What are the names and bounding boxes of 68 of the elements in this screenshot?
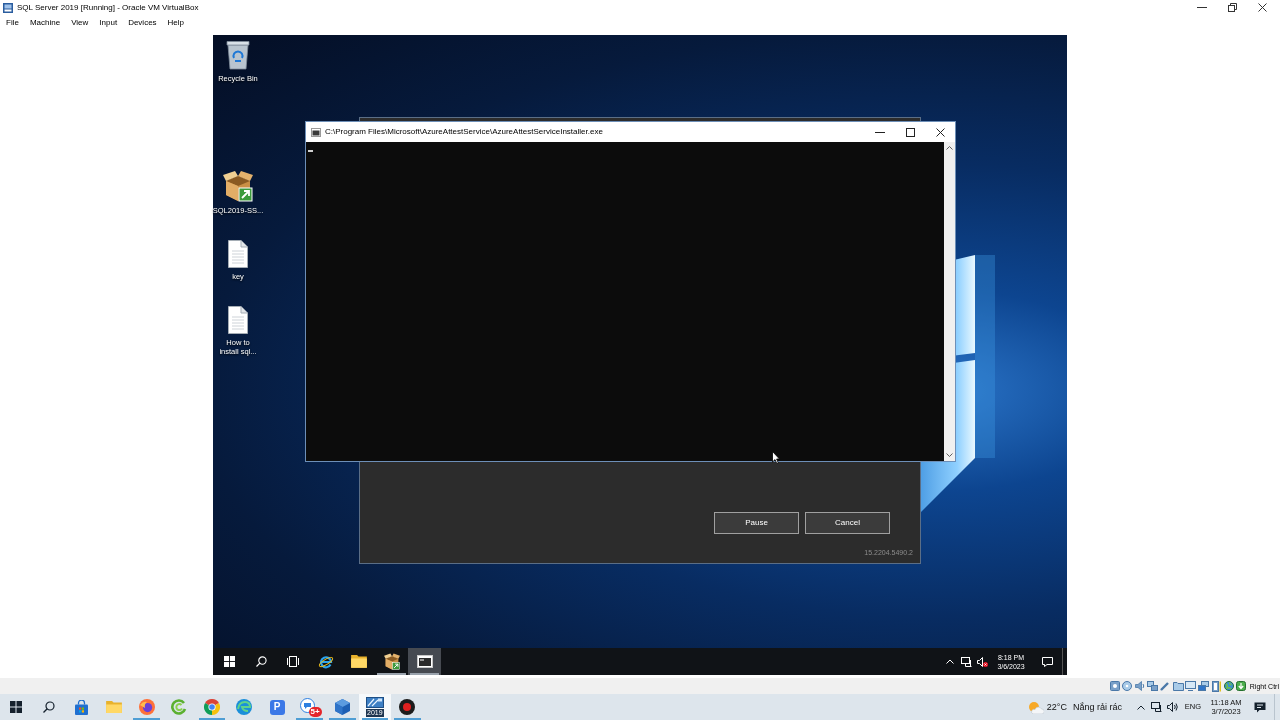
menu-item[interactable]: File <box>5 18 20 27</box>
menu-item[interactable]: Input <box>98 18 119 27</box>
hard-disk-icon <box>1109 681 1120 691</box>
chevron-up-icon <box>946 659 954 664</box>
network-icon <box>960 656 972 667</box>
document-icon <box>228 306 248 334</box>
window-thumbnail-icon <box>365 697 384 708</box>
document-icon <box>228 240 248 268</box>
start-icon <box>10 701 23 713</box>
film-icon <box>1211 680 1221 692</box>
menu-item[interactable]: View <box>70 18 90 27</box>
text-cursor-icon <box>308 150 313 152</box>
cancel-button[interactable]: Cancel <box>805 512 890 534</box>
ring-e-icon <box>317 653 334 670</box>
taskbar-button[interactable]: P <box>260 694 294 720</box>
muted-speaker-icon <box>976 656 988 667</box>
segmented-circle-icon <box>203 699 220 715</box>
folder-icon <box>350 655 367 668</box>
cube-icon <box>334 699 350 715</box>
window-title: C:\Program Files\Microsoft\AzureAttestService\AzureAttestServiceInstaller.exe <box>325 128 603 136</box>
weather-button[interactable]: 22°C Nắng rải rác <box>1027 694 1134 720</box>
task-view-icon <box>287 656 299 667</box>
scroll-down-icon <box>946 453 953 457</box>
globe-icon <box>1223 681 1234 691</box>
taskbar-button[interactable]: 5+ <box>293 694 326 720</box>
package-icon <box>383 653 400 670</box>
network-icon <box>1150 702 1162 712</box>
minimize-icon <box>875 131 885 133</box>
speaker-icon <box>1134 681 1145 691</box>
folder-icon <box>106 700 123 714</box>
close-icon <box>935 127 945 137</box>
menu-item[interactable]: Help <box>166 18 186 27</box>
shopping-bag-icon <box>74 699 89 715</box>
notification-icon <box>1254 701 1266 713</box>
recycle-bin-icon <box>226 40 250 70</box>
disc-icon <box>1122 681 1133 691</box>
wave-circle-icon <box>236 699 253 715</box>
down-arrow-icon <box>1236 681 1247 691</box>
network-icon <box>1147 681 1159 691</box>
restore-icon <box>1227 3 1237 12</box>
letter-tile: P <box>269 699 285 715</box>
minimize-icon <box>1197 7 1207 8</box>
taskbar-button[interactable] <box>408 648 441 675</box>
console-icon <box>311 127 321 137</box>
notification-badge: 5+ <box>308 707 322 717</box>
pause-button[interactable]: Pause <box>714 512 799 534</box>
monitor-icon <box>1185 681 1197 691</box>
package-icon <box>223 170 253 202</box>
scroll-up-icon <box>946 146 953 150</box>
search-icon <box>255 656 267 667</box>
speaker-icon <box>1166 702 1178 712</box>
search-icon <box>42 701 55 713</box>
pen-icon <box>1160 681 1171 691</box>
close-icon <box>1257 3 1267 12</box>
folder-icon <box>1172 681 1184 691</box>
start-icon <box>223 656 235 667</box>
windows-stack-icon <box>1197 681 1209 691</box>
flame-globe-icon <box>138 699 155 715</box>
chevron-up-icon <box>1137 704 1145 710</box>
console-icon <box>416 655 433 668</box>
menu-item[interactable]: Machine <box>28 18 62 27</box>
sun-cloud-icon <box>1027 700 1044 714</box>
window-title: SQL Server 2019 [Running] - Oracle VM VirtualBox <box>17 3 199 12</box>
menu-item[interactable]: Devices <box>127 18 158 27</box>
swirl-icon <box>171 699 188 715</box>
record-icon <box>399 699 416 715</box>
notification-icon <box>1041 656 1053 667</box>
maximize-icon <box>905 127 915 137</box>
